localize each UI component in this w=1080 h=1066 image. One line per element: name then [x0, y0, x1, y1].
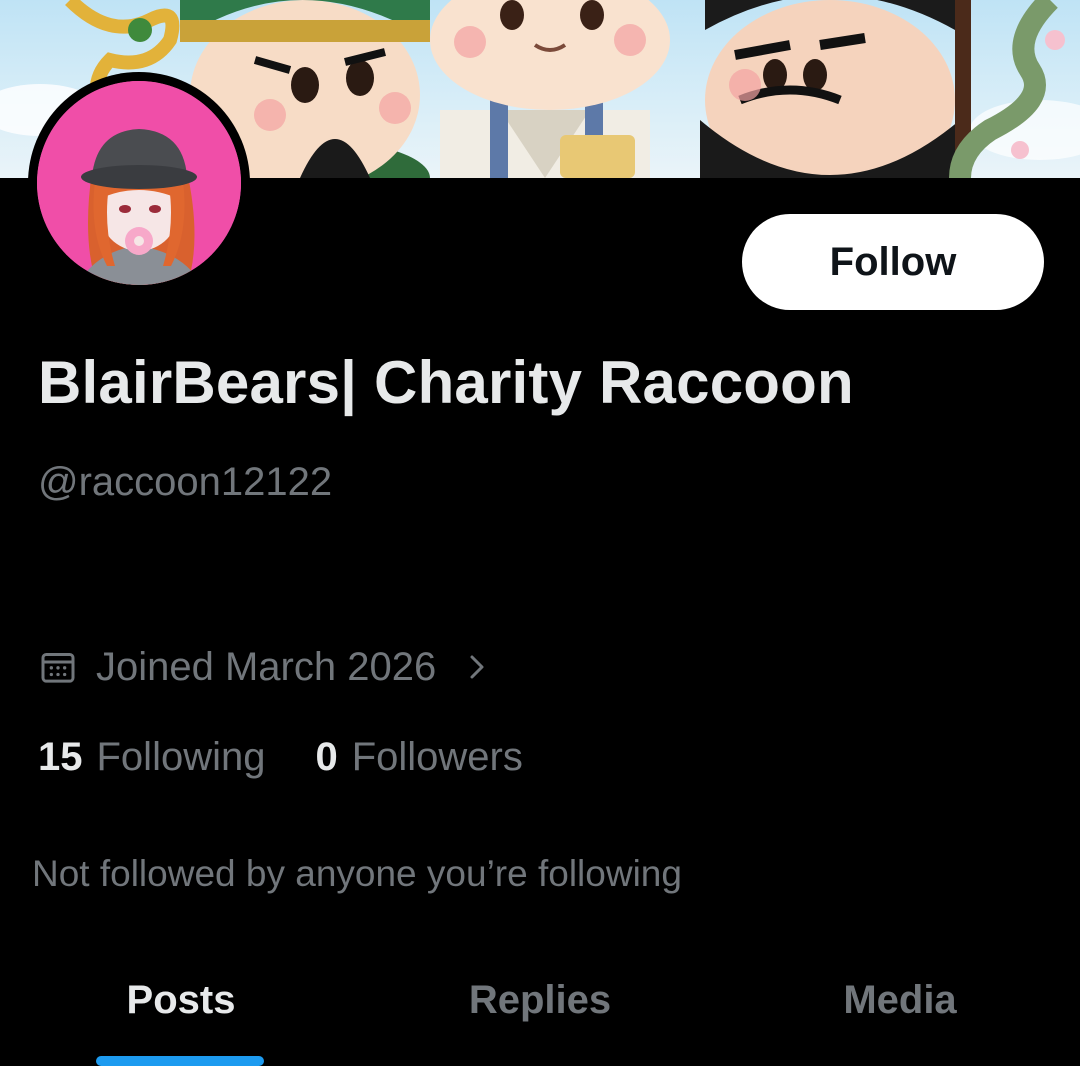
profile-tabs: Posts Replies Media: [0, 960, 1080, 1066]
chevron-right-icon: [470, 655, 484, 679]
tab-posts[interactable]: Posts: [96, 960, 266, 1040]
following-count-link[interactable]: 15 Following: [38, 735, 265, 780]
followers-label: Followers: [351, 735, 523, 779]
follow-button[interactable]: Follow: [742, 214, 1044, 310]
joined-date-text: Joined March 2026: [96, 644, 437, 689]
joined-date-row[interactable]: Joined March 2026: [38, 640, 492, 694]
following-label: Following: [96, 735, 266, 779]
user-handle: @raccoon12122: [38, 460, 333, 504]
following-count: 15: [38, 735, 83, 779]
follow-counts: 15 Following 0 Followers: [38, 735, 523, 780]
display-name: BlairBears| Charity Raccoon: [38, 349, 854, 416]
avatar-image: [37, 81, 241, 285]
avatar[interactable]: [28, 72, 250, 294]
followers-count-link[interactable]: 0 Followers: [315, 735, 522, 780]
tab-media[interactable]: Media: [810, 960, 990, 1040]
followers-count: 0: [315, 735, 338, 779]
tab-replies[interactable]: Replies: [440, 960, 640, 1040]
mutual-followers-note: Not followed by anyone you’re following: [32, 853, 682, 894]
active-tab-indicator: [96, 1056, 264, 1066]
calendar-icon: [41, 653, 75, 683]
